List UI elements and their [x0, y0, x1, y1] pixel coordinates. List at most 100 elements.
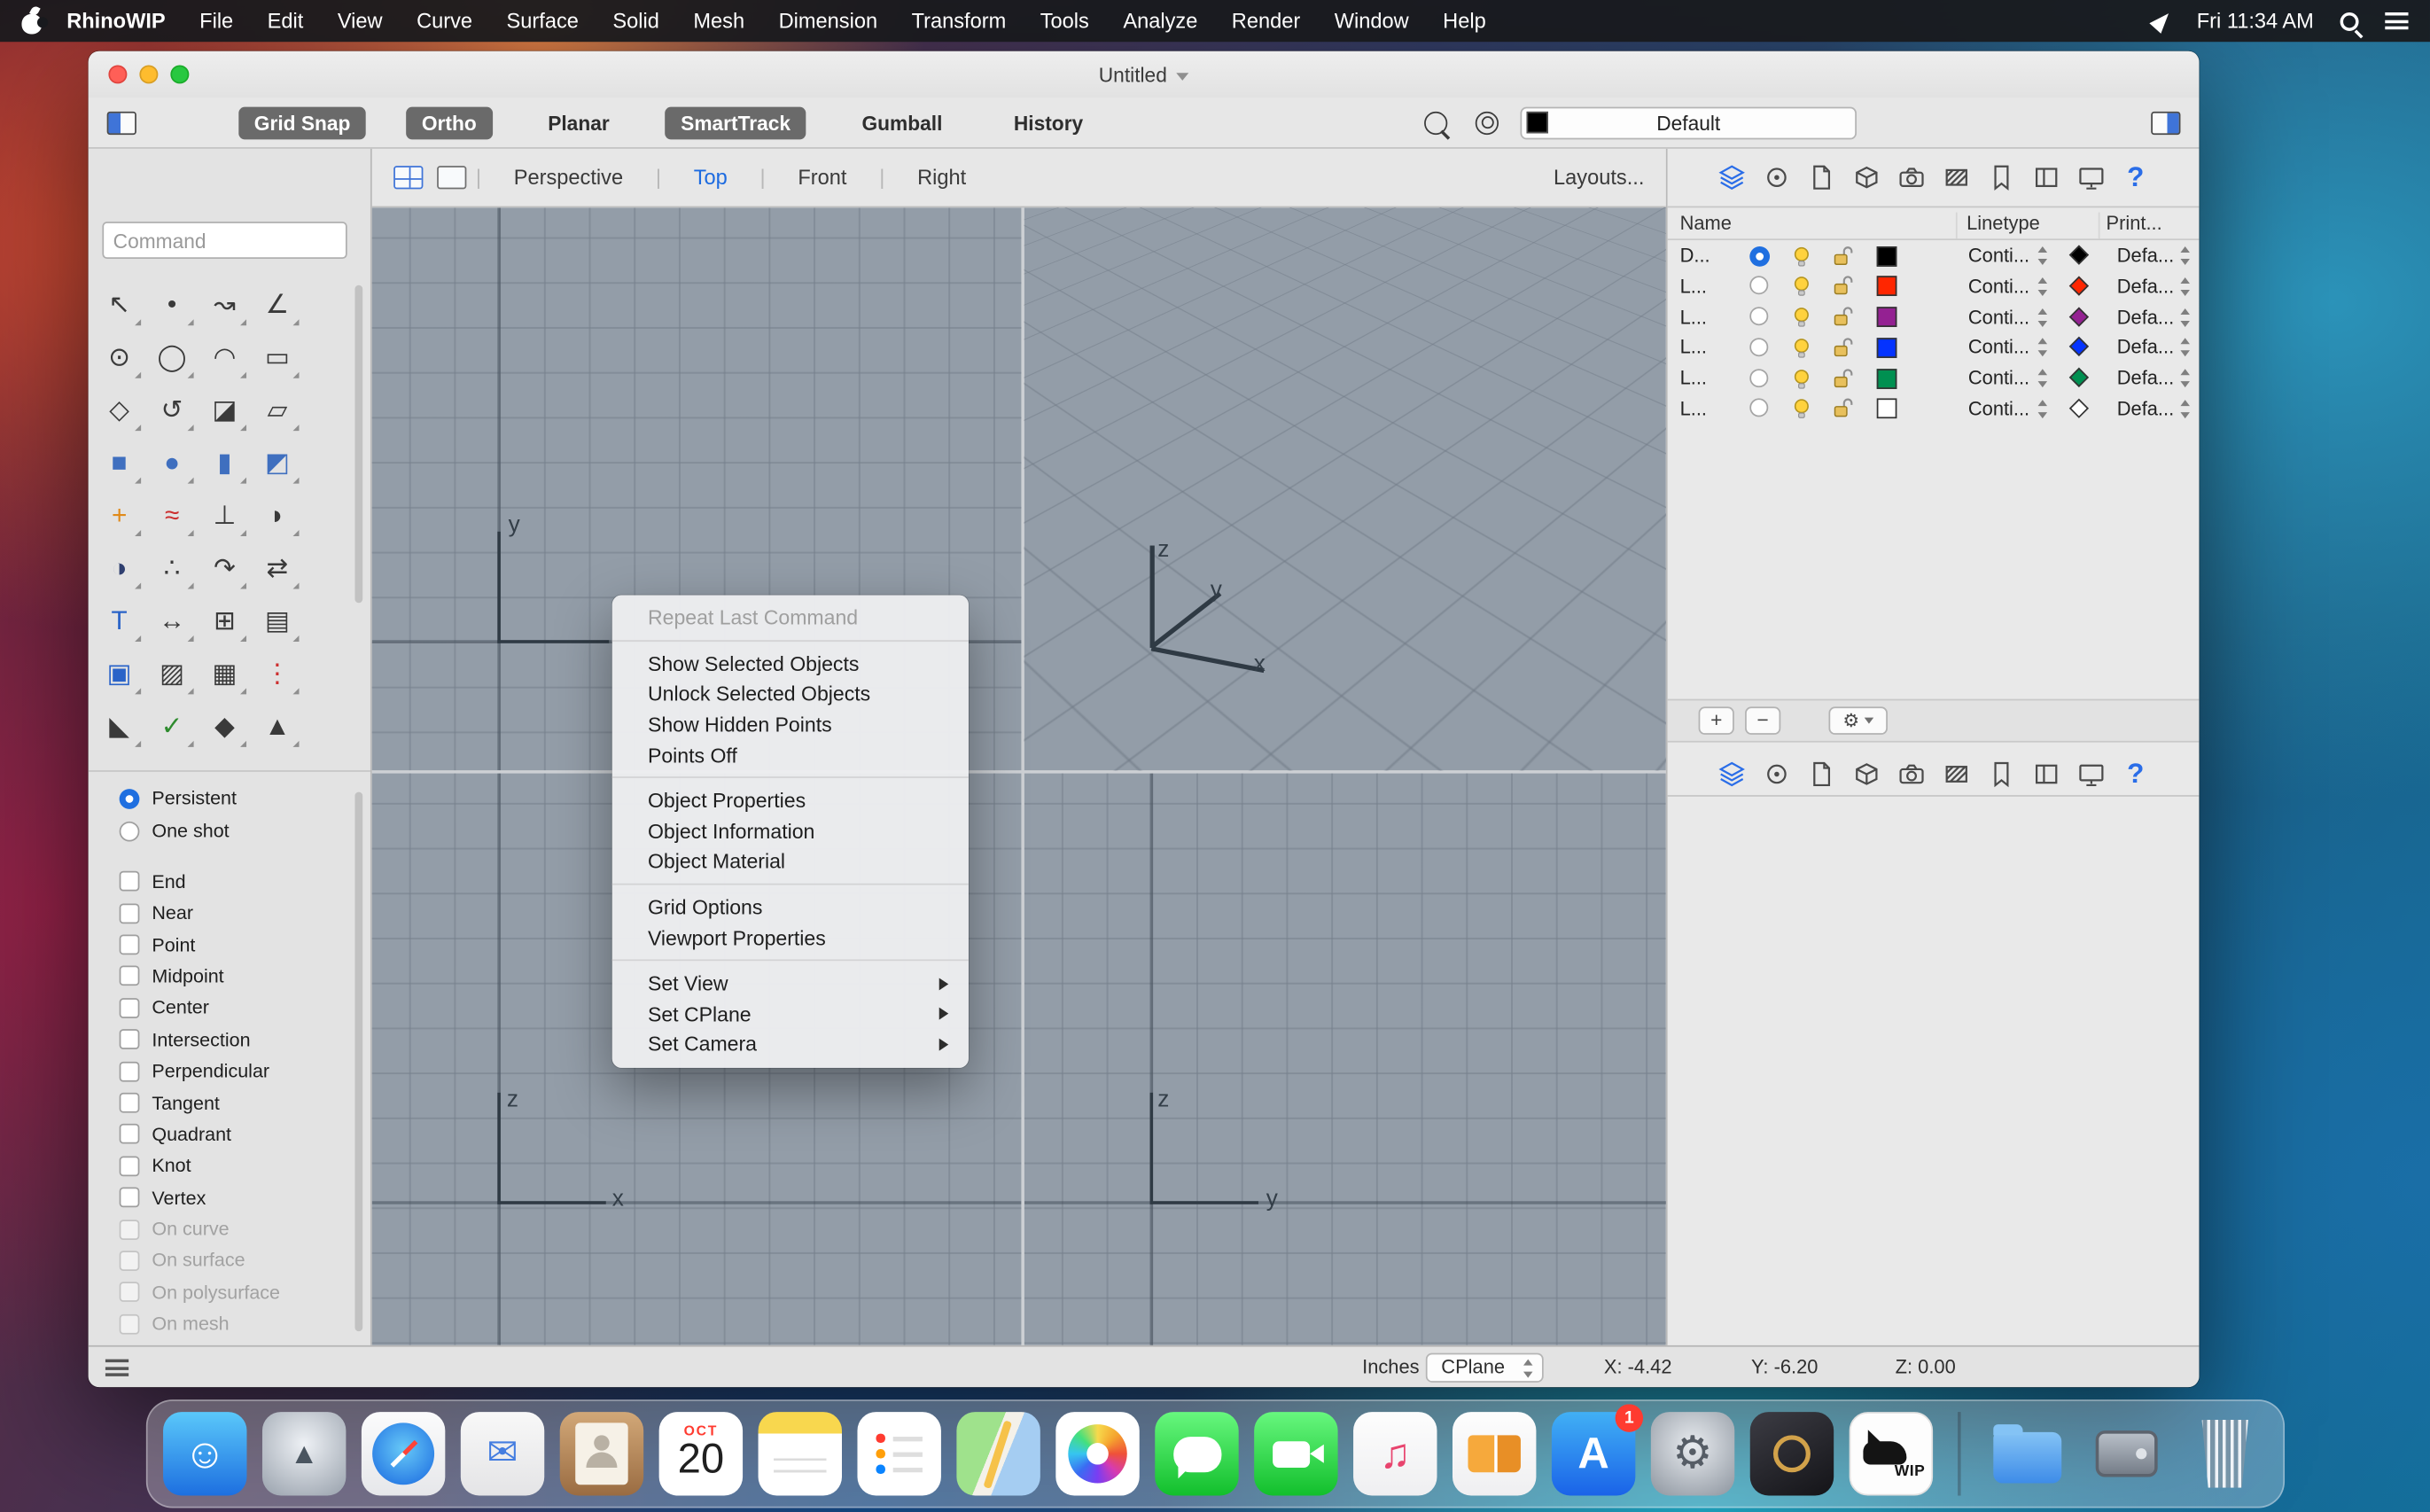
layer-row[interactable]: L... Conti... Defa...	[1668, 332, 2200, 363]
layer-row[interactable]: L... Conti... Defa...	[1668, 363, 2200, 394]
app-menu-title[interactable]: RhinoWIP	[66, 9, 165, 32]
persistent-radio[interactable]	[119, 788, 140, 809]
orient-tool-icon[interactable]: ⊥	[199, 488, 251, 541]
layer-linetype-value[interactable]: Conti...	[1968, 337, 2029, 358]
osnap-midpoint[interactable]: Midpoint	[89, 961, 355, 993]
panel-tab-display-modes-icon[interactable]	[1849, 757, 1882, 791]
print-width-value[interactable]: Defa...	[2117, 337, 2174, 358]
boolean-tool-icon[interactable]: ◑	[93, 541, 145, 593]
layer-lock-icon[interactable]	[1830, 336, 1853, 359]
dock-icon-notes[interactable]	[758, 1412, 842, 1496]
menubar-item-view[interactable]: View	[338, 9, 383, 32]
osnap-scrollbar[interactable]	[354, 791, 363, 1332]
dock-icon-finder[interactable]: ☺	[163, 1412, 247, 1496]
layer-visibility-bulb-icon[interactable]	[1790, 244, 1813, 267]
dock-icon-app-store[interactable]: A1	[1551, 1404, 1644, 1496]
print-stepper-icon[interactable]	[2179, 277, 2193, 296]
layer-visibility-bulb-icon[interactable]	[1790, 306, 1813, 329]
viewport-tab-perspective[interactable]: Perspective	[485, 166, 653, 189]
menubar-item-dimension[interactable]: Dimension	[779, 9, 878, 32]
cylinder-tool-icon[interactable]: ▮	[199, 435, 251, 487]
window-titlebar[interactable]: Untitled	[88, 51, 2200, 98]
circle-tool-icon[interactable]: ⊙	[93, 330, 145, 382]
menubar-item-window[interactable]: Window	[1335, 9, 1409, 32]
dock-icon-music[interactable]: ♫	[1353, 1412, 1437, 1496]
viewport-tab-right[interactable]: Right	[888, 166, 996, 189]
layer-lock-icon[interactable]	[1830, 275, 1853, 298]
osnap-intersection[interactable]: Intersection	[89, 1024, 355, 1056]
point-checkbox[interactable]	[119, 934, 140, 955]
midpoint-checkbox[interactable]	[119, 966, 140, 986]
layer-row[interactable]: D... Conti... Defa...	[1668, 240, 2200, 271]
menubar-item-render[interactable]: Render	[1232, 9, 1300, 32]
linetype-stepper-icon[interactable]	[2037, 338, 2051, 357]
layer-color-swatch[interactable]	[1876, 338, 1897, 358]
polygon-tool-icon[interactable]: ◇	[93, 383, 145, 435]
context-menu-item-viewport-properties[interactable]: Viewport Properties	[612, 923, 969, 953]
dock-icon-maps[interactable]	[956, 1412, 1040, 1496]
osnap-point[interactable]: Point	[89, 929, 355, 961]
print-width-value[interactable]: Defa...	[2117, 245, 2174, 266]
panel-tab-hatch-icon[interactable]	[1939, 757, 1973, 791]
point-tool-icon[interactable]: •	[145, 277, 198, 330]
panel-tab-file-icon[interactable]	[1804, 160, 1838, 194]
layer-name[interactable]: L...	[1680, 307, 1707, 328]
layer-color-swatch[interactable]	[1876, 276, 1897, 297]
context-menu-item-set-cplane[interactable]: Set CPlane	[612, 999, 969, 1029]
point-cloud-tool-icon[interactable]: ∴	[145, 541, 198, 593]
layer-linetype-value[interactable]: Conti...	[1968, 245, 2029, 266]
panel-tab-help-icon[interactable]: ?	[2119, 757, 2153, 791]
print-width-value[interactable]: Defa...	[2117, 398, 2174, 419]
pen-status-icon[interactable]	[2150, 8, 2176, 34]
insert-points-tool-icon[interactable]: ⋮	[251, 646, 303, 698]
perpendicular-checkbox[interactable]	[119, 1061, 140, 1081]
left-sidebar-toggle-icon[interactable]	[106, 111, 136, 135]
panel-tab-layers-icon[interactable]	[1714, 757, 1748, 791]
osnap-center[interactable]: Center	[89, 992, 355, 1024]
panel-tab-display-modes-icon[interactable]	[1849, 160, 1882, 194]
context-menu-item-show-hidden-points[interactable]: Show Hidden Points	[612, 710, 969, 740]
extrude-tool-icon[interactable]: ◩	[251, 435, 303, 487]
print-color-diamond-icon[interactable]	[2068, 306, 2090, 327]
layer-visibility-bulb-icon[interactable]	[1790, 336, 1813, 359]
layer-visibility-bulb-icon[interactable]	[1790, 367, 1813, 390]
menubar-item-curve[interactable]: Curve	[417, 9, 472, 32]
layer-name[interactable]: L...	[1680, 276, 1707, 297]
layer-lock-icon[interactable]	[1830, 367, 1853, 390]
rectangle-tool-icon[interactable]: ▭	[251, 330, 303, 382]
dock-icon-photos[interactable]	[1055, 1412, 1140, 1496]
panel-tab-display-icon[interactable]	[2074, 757, 2107, 791]
curve-tool-icon[interactable]: ↝	[199, 277, 251, 330]
dock-icon-contacts[interactable]	[559, 1412, 644, 1496]
layer-name[interactable]: D...	[1680, 245, 1710, 266]
viewport-perspective[interactable]: z y x	[1024, 207, 1666, 771]
context-menu-item-object-properties[interactable]: Object Properties	[612, 786, 969, 816]
layer-visibility-bulb-icon[interactable]	[1790, 398, 1813, 421]
active-layer-dropdown[interactable]: Default	[1520, 105, 1857, 139]
units-label[interactable]: Inches	[1362, 1356, 1419, 1377]
column-name[interactable]: Name	[1680, 213, 1732, 234]
linetype-stepper-icon[interactable]	[2037, 246, 2051, 266]
select-tool-icon[interactable]: ↖	[93, 277, 145, 330]
context-menu-item-set-view[interactable]: Set View	[612, 969, 969, 999]
panel-tab-pane-icon[interactable]	[2029, 757, 2062, 791]
analysis-tool-icon[interactable]: ≈	[145, 488, 198, 541]
near-checkbox[interactable]	[119, 902, 140, 924]
osnap-mode-persistent[interactable]: Persistent	[89, 783, 355, 814]
polyline-tool-icon[interactable]: ∠	[251, 277, 303, 330]
notification-center-icon[interactable]	[2385, 12, 2409, 30]
dock-icon-applications-folder[interactable]	[1985, 1412, 2068, 1495]
osnap-mode-one-shot[interactable]: One shot	[89, 814, 355, 846]
panel-tab-notes-icon[interactable]	[1983, 757, 2017, 791]
current-layer-radio[interactable]	[1749, 246, 1771, 266]
add-layer-button[interactable]: +	[1698, 706, 1734, 735]
layer-row[interactable]: L... Conti... Defa...	[1668, 271, 2200, 302]
cplane-dropdown[interactable]: CPlane	[1425, 1352, 1544, 1382]
layer-name[interactable]: L...	[1680, 368, 1707, 389]
print-color-diamond-icon[interactable]	[2068, 368, 2090, 388]
text-tool-icon[interactable]: T	[93, 594, 145, 646]
dock-icon-safari[interactable]	[361, 1412, 446, 1496]
title-chevron-icon[interactable]	[1176, 72, 1189, 81]
layer-lock-icon[interactable]	[1830, 244, 1853, 267]
dock-icon-calendar[interactable]: OCT 20	[658, 1412, 744, 1496]
